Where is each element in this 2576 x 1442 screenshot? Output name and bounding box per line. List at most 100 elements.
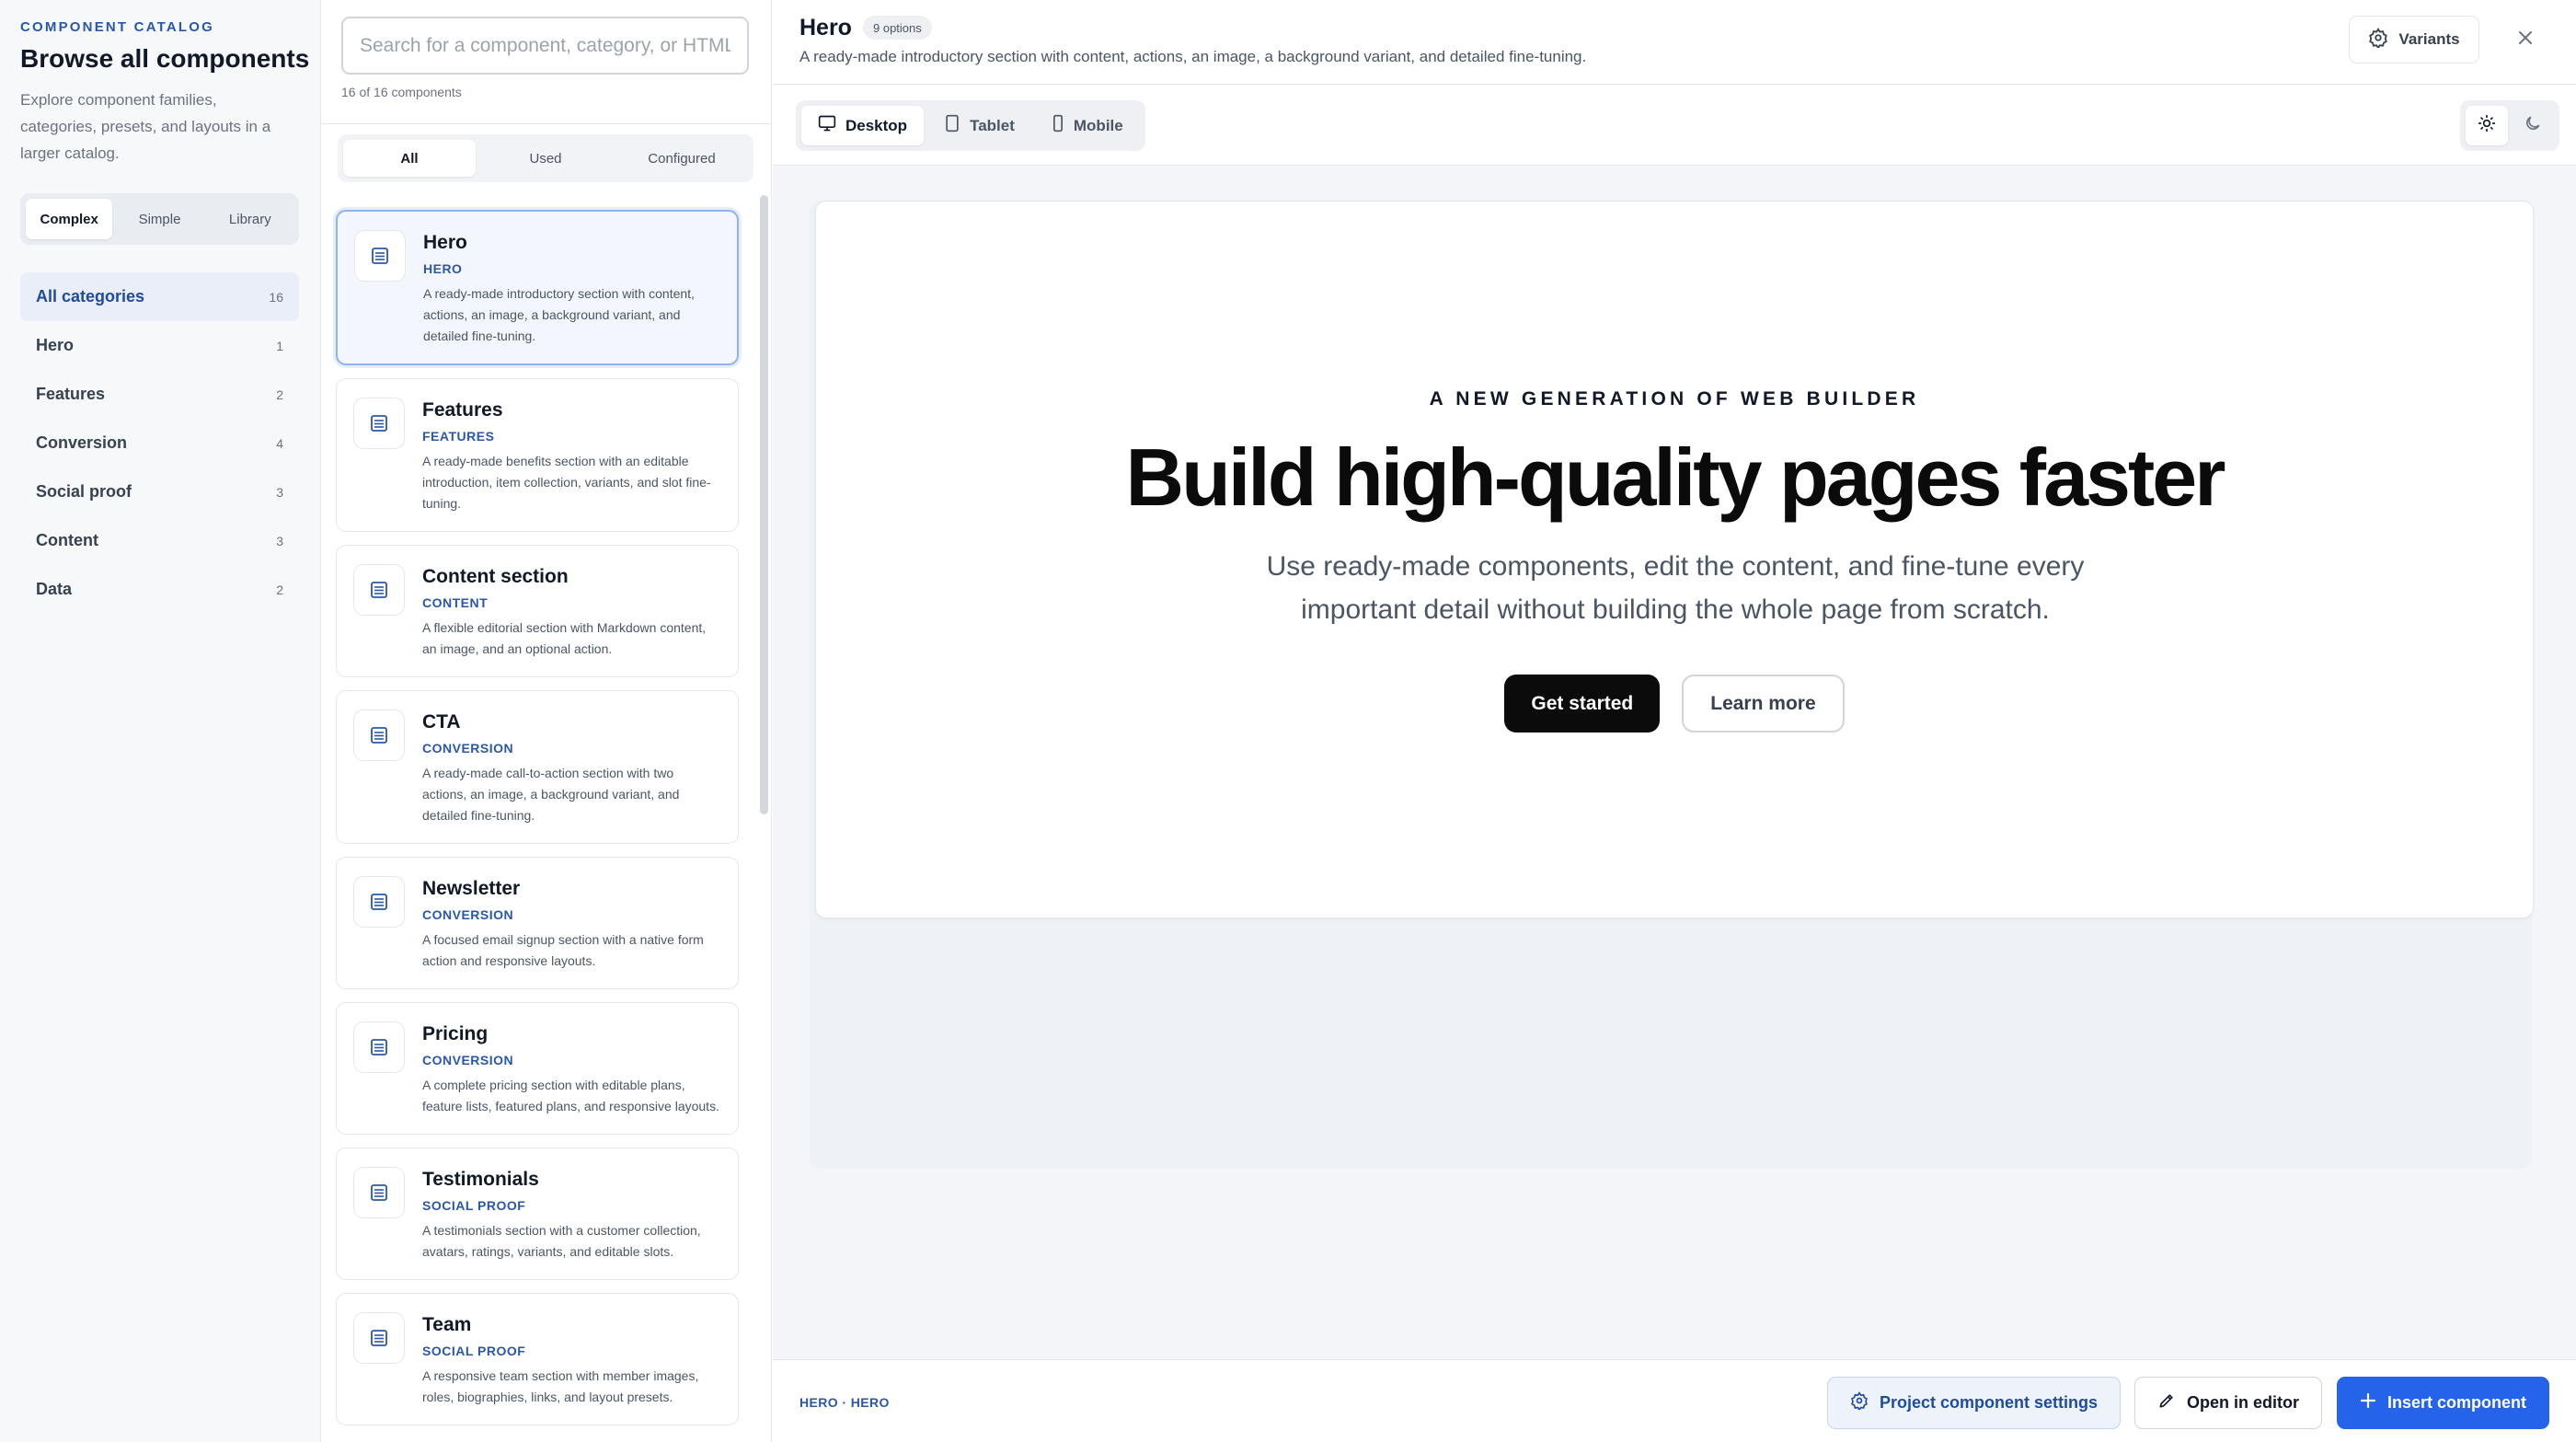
category-content[interactable]: Content 3 xyxy=(20,516,299,565)
filter-all[interactable]: All xyxy=(343,140,476,177)
component-card-features[interactable]: Features FEATURES A ready-made benefits … xyxy=(336,378,739,532)
hero-eyebrow: A NEW GENERATION OF WEB BUILDER xyxy=(1429,388,1920,410)
list-scrollbar[interactable] xyxy=(760,195,768,814)
detail-footer: HERO · HERO Project component settings O… xyxy=(773,1359,2576,1442)
catalog-eyebrow: COMPONENT CATALOG xyxy=(20,19,214,35)
category-count: 2 xyxy=(276,386,283,402)
close-button[interactable] xyxy=(2510,24,2541,55)
category-label: Social proof xyxy=(36,482,132,501)
open-in-editor-button[interactable]: Open in editor xyxy=(2134,1377,2323,1429)
variants-label: Variants xyxy=(2398,30,2460,48)
options-badge: 9 options xyxy=(863,16,932,40)
category-data[interactable]: Data 2 xyxy=(20,565,299,614)
get-started-button[interactable]: Get started xyxy=(1504,675,1661,733)
device-label: Tablet xyxy=(970,116,1015,134)
component-tag: SOCIAL PROOF xyxy=(422,1344,526,1358)
component-tag: CONTENT xyxy=(422,595,489,610)
filter-configured[interactable]: Configured xyxy=(615,140,748,177)
category-label: Features xyxy=(36,385,106,403)
category-label: Content xyxy=(36,531,98,549)
component-description: A ready-made call-to-action section with… xyxy=(422,766,680,823)
component-card-pricing[interactable]: Pricing CONVERSION A complete pricing se… xyxy=(336,1002,739,1135)
plus-icon xyxy=(2360,1392,2376,1413)
category-hero[interactable]: Hero 1 xyxy=(20,321,299,370)
component-list: Hero HERO A ready-made introductory sect… xyxy=(336,210,739,1438)
category-count: 3 xyxy=(276,484,283,500)
hero-subtitle: Use ready-made components, edit the cont… xyxy=(1266,551,2085,625)
component-list-panel: 16 of 16 components All Used Configured … xyxy=(321,0,772,1442)
device-label: Mobile xyxy=(1073,116,1123,134)
component-name: Pricing xyxy=(422,1023,489,1044)
search-input[interactable] xyxy=(341,17,749,75)
hero-preview: A NEW GENERATION OF WEB BUILDER Build hi… xyxy=(815,201,2534,918)
insert-component-button[interactable]: Insert component xyxy=(2337,1377,2550,1429)
component-tag: HERO xyxy=(423,261,463,276)
category-all[interactable]: All categories 16 xyxy=(20,272,299,321)
filter-used[interactable]: Used xyxy=(479,140,612,177)
tablet-icon xyxy=(944,114,960,137)
catalog-description: Explore component families, categories, … xyxy=(20,91,271,162)
component-name: Testimonials xyxy=(422,1169,539,1190)
phone-icon xyxy=(1052,114,1064,137)
device-label: Desktop xyxy=(845,116,908,134)
section-icon xyxy=(353,876,405,928)
theme-light-button[interactable] xyxy=(2466,106,2508,145)
component-card-newsletter[interactable]: Newsletter CONVERSION A focused email si… xyxy=(336,857,739,989)
component-card-cta[interactable]: CTA CONVERSION A ready-made call-to-acti… xyxy=(336,690,739,844)
component-card-content-section[interactable]: Content section CONTENT A flexible edito… xyxy=(336,545,739,677)
mode-complex[interactable]: Complex xyxy=(26,199,113,239)
component-name: Team xyxy=(422,1314,472,1335)
component-description: A ready-made benefits section with an ed… xyxy=(422,454,711,511)
component-tag: CONVERSION xyxy=(422,741,514,756)
settings-label: Project component settings xyxy=(1880,1393,2099,1412)
category-count: 3 xyxy=(276,533,283,548)
component-card-team[interactable]: Team SOCIAL PROOF A responsive team sect… xyxy=(336,1293,739,1425)
gear-icon xyxy=(1850,1391,1869,1414)
project-settings-button[interactable]: Project component settings xyxy=(1827,1377,2122,1429)
device-desktop[interactable]: Desktop xyxy=(801,106,925,145)
category-conversion[interactable]: Conversion 4 xyxy=(20,419,299,467)
mode-library[interactable]: Library xyxy=(207,199,293,239)
component-description: A flexible editorial section with Markdo… xyxy=(422,620,707,656)
category-label: Hero xyxy=(36,336,75,354)
moon-icon xyxy=(2524,114,2542,137)
mode-switch: Complex Simple Library xyxy=(20,193,299,245)
category-social-proof[interactable]: Social proof 3 xyxy=(20,467,299,516)
divider xyxy=(321,123,771,124)
preview-toolbar: Desktop Tablet Mobile xyxy=(773,85,2576,166)
category-count: 16 xyxy=(269,289,283,305)
theme-dark-button[interactable] xyxy=(2512,106,2554,145)
device-mobile[interactable]: Mobile xyxy=(1035,106,1140,145)
catalog-title: Browse all components xyxy=(20,44,310,73)
category-list: All categories 16 Hero 1 Features 2 Conv… xyxy=(20,272,299,614)
sun-icon xyxy=(2478,114,2496,137)
variants-button[interactable]: Variants xyxy=(2349,16,2479,63)
component-card-hero[interactable]: Hero HERO A ready-made introductory sect… xyxy=(336,210,739,365)
learn-more-button[interactable]: Learn more xyxy=(1682,675,1845,733)
device-tablet[interactable]: Tablet xyxy=(927,106,1031,145)
breadcrumb: HERO · HERO xyxy=(799,1395,890,1410)
section-icon xyxy=(353,1312,405,1364)
section-icon xyxy=(354,230,406,282)
detail-title: Hero xyxy=(799,15,852,40)
component-tag: CONVERSION xyxy=(422,1053,514,1067)
category-count: 2 xyxy=(276,582,283,597)
close-icon xyxy=(2517,29,2534,51)
component-name: Features xyxy=(422,399,503,421)
detail-header: Hero 9 options A ready-made introductory… xyxy=(773,0,2576,85)
editor-label: Open in editor xyxy=(2187,1393,2300,1412)
component-description: A focused email signup section with a na… xyxy=(422,932,704,968)
insert-label: Insert component xyxy=(2387,1393,2527,1412)
category-features[interactable]: Features 2 xyxy=(20,370,299,419)
component-description: A complete pricing section with editable… xyxy=(422,1078,719,1113)
detail-panel: Hero 9 options A ready-made introductory… xyxy=(773,0,2576,1442)
mode-simple[interactable]: Simple xyxy=(116,199,202,239)
category-label: All categories xyxy=(36,287,145,306)
component-name: CTA xyxy=(422,711,461,733)
usage-filter: All Used Configured xyxy=(338,134,753,182)
section-icon xyxy=(353,709,405,761)
component-card-testimonials[interactable]: Testimonials SOCIAL PROOF A testimonials… xyxy=(336,1148,739,1280)
gear-icon xyxy=(2368,27,2388,52)
component-tag: CONVERSION xyxy=(422,907,514,922)
category-count: 1 xyxy=(276,338,283,353)
